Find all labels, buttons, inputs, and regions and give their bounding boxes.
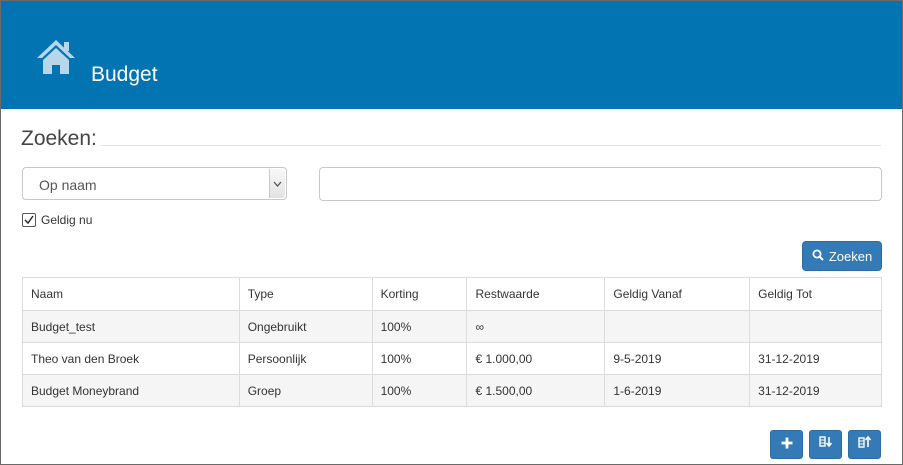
column-header-type[interactable]: Type <box>238 277 373 311</box>
cell-korting: 100% <box>371 342 468 375</box>
budget-table: Naam Type Korting Restwaarde Geldig Vana… <box>22 277 882 407</box>
search-icon <box>812 249 824 264</box>
search-button-label: Zoeken <box>828 248 873 264</box>
cell-type: Ongebruikt <box>238 310 373 343</box>
chevron-down-icon[interactable] <box>269 169 285 198</box>
table-header-row: Naam Type Korting Restwaarde Geldig Vana… <box>22 277 882 311</box>
column-header-restwaarde[interactable]: Restwaarde <box>466 277 606 311</box>
search-button[interactable]: Zoeken <box>802 241 882 271</box>
heading-divider <box>101 145 881 146</box>
column-header-geldig-tot[interactable]: Geldig Tot <box>749 277 882 311</box>
column-header-korting[interactable]: Korting <box>371 277 468 311</box>
cell-geldig-tot: 31-12-2019 <box>749 342 882 375</box>
page-header: Budget <box>1 1 902 109</box>
home-icon[interactable] <box>35 38 77 76</box>
cell-restwaarde: € 1.000,00 <box>466 342 606 375</box>
page-title: Budget <box>91 63 158 86</box>
cell-korting: 100% <box>371 374 468 407</box>
cell-type: Persoonlijk <box>238 342 373 375</box>
cell-geldig-tot: 31-12-2019 <box>749 374 882 407</box>
search-heading: Zoeken: <box>21 127 97 150</box>
table-row[interactable]: Budget Moneybrand Groep 100% € 1.500,00 … <box>22 374 882 407</box>
import-icon <box>818 435 833 454</box>
cell-restwaarde: € 1.500,00 <box>466 374 606 407</box>
export-icon <box>857 435 872 454</box>
search-type-select[interactable]: Op naam <box>22 167 287 200</box>
import-button[interactable] <box>809 430 842 459</box>
cell-korting: 100% <box>371 310 468 343</box>
add-button[interactable] <box>770 430 803 459</box>
cell-naam: Budget Moneybrand <box>22 374 240 407</box>
table-row[interactable]: Budget_test Ongebruikt 100% ∞ <box>22 310 882 343</box>
cell-geldig-vanaf: 1-6-2019 <box>604 374 751 407</box>
window-frame: Budget Zoeken: Op naam Geldig nu Zoeken … <box>0 0 903 465</box>
column-header-geldig-vanaf[interactable]: Geldig Vanaf <box>604 277 751 311</box>
search-input[interactable] <box>319 167 882 201</box>
cell-geldig-vanaf: 9-5-2019 <box>604 342 751 375</box>
geldig-nu-label: Geldig nu <box>41 213 93 227</box>
cell-type: Groep <box>238 374 373 407</box>
cell-geldig-tot <box>749 310 882 343</box>
plus-icon <box>781 436 793 454</box>
column-header-naam[interactable]: Naam <box>22 277 240 311</box>
export-button[interactable] <box>848 430 881 459</box>
table-row[interactable]: Theo van den Broek Persoonlijk 100% € 1.… <box>22 342 882 375</box>
geldig-nu-checkbox[interactable] <box>22 213 36 227</box>
search-type-value: Op naam <box>39 177 97 193</box>
cell-geldig-vanaf <box>604 310 751 343</box>
cell-naam: Budget_test <box>22 310 240 343</box>
cell-restwaarde: ∞ <box>466 310 606 343</box>
cell-naam: Theo van den Broek <box>22 342 240 375</box>
